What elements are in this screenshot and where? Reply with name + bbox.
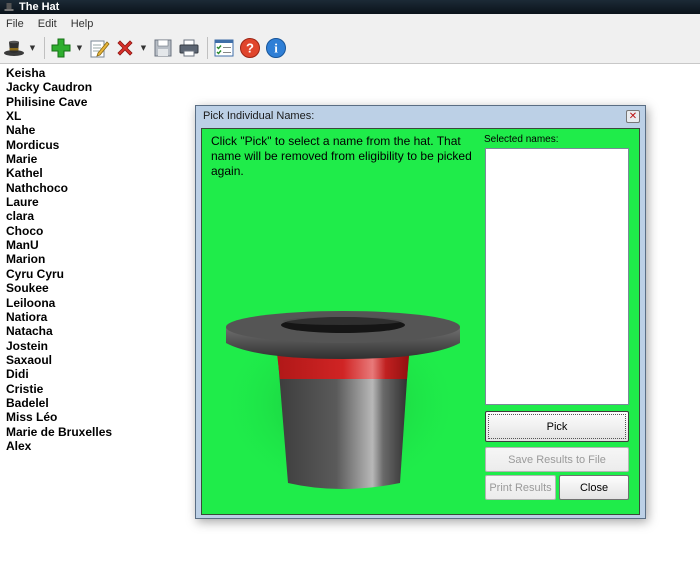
- svg-text:i: i: [274, 41, 278, 56]
- svg-text:?: ?: [246, 41, 254, 56]
- selected-names-list[interactable]: [485, 148, 629, 405]
- menu-bar: File Edit Help: [0, 14, 700, 33]
- pick-names-dialog: Pick Individual Names: ✕ Click "Pick" to…: [195, 105, 646, 519]
- toolbar-separator: [207, 37, 208, 59]
- checklist-icon: [214, 39, 234, 57]
- add-button[interactable]: [49, 36, 73, 60]
- info-button[interactable]: i: [264, 36, 288, 60]
- menu-file[interactable]: File: [6, 18, 24, 30]
- add-dropdown-arrow[interactable]: ▼: [75, 36, 84, 60]
- toolbar-separator: [44, 37, 45, 59]
- print-icon: [179, 39, 199, 57]
- delete-icon: [117, 40, 133, 56]
- delete-button[interactable]: [113, 36, 137, 60]
- dialog-body: Click "Pick" to select a name from the h…: [201, 128, 640, 515]
- delete-dropdown-arrow[interactable]: ▼: [139, 36, 148, 60]
- hat-icon: [4, 40, 24, 56]
- help-icon: ?: [240, 38, 260, 58]
- close-button[interactable]: Close: [559, 475, 629, 500]
- edit-icon: [90, 40, 110, 58]
- help-button[interactable]: ?: [238, 36, 262, 60]
- top-hat-illustration: [218, 309, 462, 499]
- pick-button[interactable]: Pick: [485, 411, 629, 442]
- menu-edit[interactable]: Edit: [38, 18, 57, 30]
- print-button[interactable]: [177, 36, 201, 60]
- save-results-button[interactable]: Save Results to File: [485, 447, 629, 472]
- dialog-title: Pick Individual Names:: [203, 110, 315, 122]
- save-button[interactable]: [151, 36, 175, 60]
- hat-dropdown-arrow[interactable]: ▼: [28, 36, 37, 60]
- name-list-item[interactable]: Keisha: [6, 66, 700, 80]
- print-results-button[interactable]: Print Results: [485, 475, 556, 500]
- toolbar: ▼ ▼ ▼ ? i: [0, 33, 700, 64]
- dialog-close-button[interactable]: ✕: [626, 110, 640, 123]
- close-icon: ✕: [628, 111, 638, 122]
- save-icon: [154, 39, 172, 57]
- menu-help[interactable]: Help: [71, 18, 94, 30]
- window-title: The Hat: [19, 1, 60, 13]
- hat-button[interactable]: [2, 36, 26, 60]
- add-icon: [51, 38, 71, 58]
- hat-app-icon: [4, 3, 14, 11]
- selected-names-label: Selected names:: [484, 134, 559, 145]
- checklist-button[interactable]: [212, 36, 236, 60]
- instructions-text: Click "Pick" to select a name from the h…: [211, 134, 472, 178]
- window-title-bar: The Hat: [0, 0, 700, 14]
- name-list-item[interactable]: Jacky Caudron: [6, 80, 700, 94]
- edit-button[interactable]: [87, 36, 111, 60]
- info-icon: i: [266, 38, 286, 58]
